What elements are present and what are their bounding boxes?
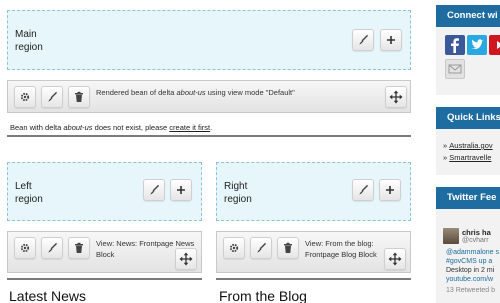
move-arrows-icon <box>388 252 402 266</box>
youtube-icon[interactable] <box>489 35 500 55</box>
paintbrush-icon <box>48 242 58 253</box>
email-icon[interactable] <box>445 59 465 79</box>
main-region-add-button[interactable] <box>380 29 402 51</box>
paintbrush-icon <box>48 91 58 102</box>
tweet-text-line: Desktop in 2 mi <box>446 267 495 274</box>
left-view-toolbar: View: News: Frontpage News Block <box>7 231 202 273</box>
facebook-icon[interactable] <box>445 35 465 55</box>
right-view-description: View: From the blog: Frontpage Blog Bloc… <box>305 239 377 259</box>
bean-missing-note: Bean with delta about-us does not exist,… <box>10 123 213 132</box>
plus-icon <box>387 36 395 44</box>
tweet-author-name[interactable]: chris ha <box>462 228 491 237</box>
tweet-author-handle[interactable]: @cvharr <box>462 237 489 244</box>
tweet-retweet-line: 13 Retweeted b <box>446 287 496 294</box>
tweet-text-line[interactable]: @adammalone s <box>446 249 499 256</box>
quick-link-item: » Australia.gov <box>443 141 493 150</box>
left-region-add-button[interactable] <box>170 179 192 201</box>
paintbrush-icon <box>359 184 369 195</box>
main-region-edit-button[interactable] <box>352 29 374 51</box>
gear-icon <box>20 243 30 253</box>
bean-move-handle[interactable] <box>385 86 407 108</box>
gear-icon <box>229 243 239 253</box>
main-region: Main region <box>7 10 411 70</box>
bean-edit-button[interactable] <box>41 86 63 108</box>
gear-icon <box>20 92 30 102</box>
right-view-configure-button[interactable] <box>223 237 245 259</box>
left-divider <box>7 278 202 280</box>
right-region: Right region <box>216 162 411 221</box>
right-view-edit-button[interactable] <box>250 237 272 259</box>
right-view-move-handle[interactable] <box>384 248 406 270</box>
right-divider <box>216 278 411 280</box>
left-region-label: Left region <box>15 181 43 205</box>
move-arrows-icon <box>389 90 403 104</box>
left-view-move-handle[interactable] <box>175 248 197 270</box>
twitter-icon[interactable] <box>467 35 487 55</box>
left-view-delete-button[interactable] <box>68 237 90 259</box>
avatar <box>443 228 459 244</box>
connect-header: Connect wi <box>436 5 500 27</box>
quick-links-header: Quick Links <box>436 107 500 129</box>
left-region-edit-button[interactable] <box>143 179 165 201</box>
create-bean-link[interactable]: create it first <box>169 123 210 132</box>
twitter-feed-box: chris ha @cvharr @adammalone s #govCMS u… <box>436 209 500 303</box>
left-view-configure-button[interactable] <box>14 237 36 259</box>
trash-icon <box>284 242 292 253</box>
right-region-add-button[interactable] <box>379 179 401 201</box>
tweet-text-line[interactable]: youtube.com/w <box>446 276 493 283</box>
twitter-feed-header: Twitter Fee <box>436 187 500 209</box>
move-arrows-icon <box>179 252 193 266</box>
paintbrush-icon <box>359 34 369 45</box>
bean-delete-button[interactable] <box>68 86 90 108</box>
plus-icon <box>177 186 185 194</box>
right-region-label: Right region <box>224 181 252 205</box>
plus-icon <box>386 186 394 194</box>
main-divider <box>7 135 411 137</box>
quick-link-smartraveller[interactable]: Smartravelle <box>449 153 491 162</box>
bean-configure-button[interactable] <box>14 86 36 108</box>
connect-box <box>436 27 500 95</box>
tweet-text-line[interactable]: #govCMS up a <box>446 258 492 265</box>
trash-icon <box>75 242 83 253</box>
main-region-label: Main region <box>15 29 43 53</box>
latest-news-title: Latest News <box>9 288 87 303</box>
quick-links-box: » Australia.gov » Smartravelle <box>436 129 500 175</box>
main-bean-toolbar: Rendered bean of delta about-us using vi… <box>7 80 411 113</box>
from-the-blog-title: From the Blog <box>219 288 307 303</box>
trash-icon <box>75 91 83 102</box>
right-region-edit-button[interactable] <box>352 179 374 201</box>
quick-link-australia[interactable]: Australia.gov <box>449 141 492 150</box>
paintbrush-icon <box>150 184 160 195</box>
quick-link-item: » Smartravelle <box>443 153 492 162</box>
left-view-edit-button[interactable] <box>41 237 63 259</box>
right-view-toolbar: View: From the blog: Frontpage Blog Bloc… <box>216 231 411 273</box>
paintbrush-icon <box>257 242 267 253</box>
bean-description: Rendered bean of delta about-us using vi… <box>96 88 295 97</box>
left-region: Left region <box>7 162 202 221</box>
right-view-delete-button[interactable] <box>277 237 299 259</box>
